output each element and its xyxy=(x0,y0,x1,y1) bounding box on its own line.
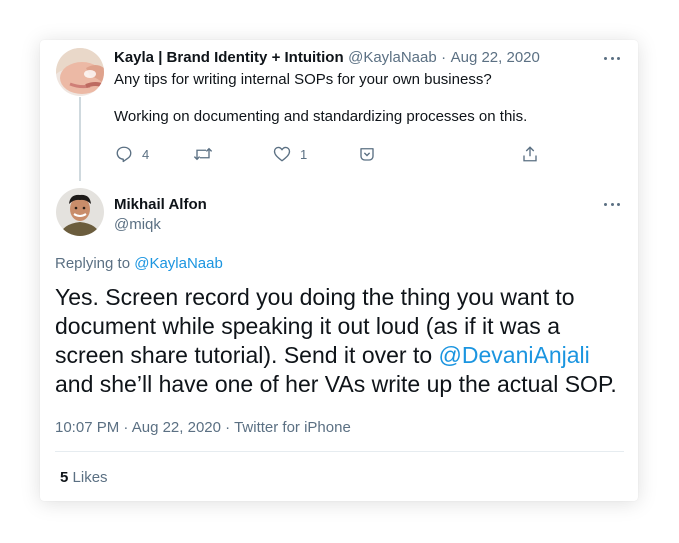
replying-to-label: Replying to xyxy=(55,255,135,272)
mikhail-avatar[interactable] xyxy=(56,188,104,236)
like-button[interactable]: 1 xyxy=(273,145,307,163)
share-button[interactable] xyxy=(521,145,539,163)
parent-more-button[interactable] xyxy=(604,53,620,63)
reply-count: 4 xyxy=(142,146,150,162)
tweet-source[interactable]: Twitter for iPhone xyxy=(234,419,351,436)
share-dm-button[interactable] xyxy=(358,145,376,163)
replying-to-handle-link[interactable]: @KaylaNaab xyxy=(134,255,223,272)
kayla-avatar[interactable] xyxy=(56,48,104,96)
mention-link[interactable]: @DevaniAnjali xyxy=(439,342,590,368)
reply-text-after: and she’ll have one of her VAs write up … xyxy=(55,371,617,397)
parent-display-name[interactable]: Kayla | Brand Identity + Intuition xyxy=(114,49,344,66)
share-dm-icon xyxy=(360,148,374,161)
retweet-button[interactable] xyxy=(193,145,213,163)
reply-tweet-text: Yes. Screen record you doing the thing y… xyxy=(55,283,625,399)
reply-handle[interactable]: @miqk xyxy=(114,216,161,233)
divider xyxy=(55,451,624,452)
tweet-metadata: 10:07 PM · Aug 22, 2020 · Twitter for iP… xyxy=(55,419,351,436)
replying-to: Replying to @KaylaNaab xyxy=(55,255,223,272)
retweet-icon xyxy=(193,147,213,161)
thread-connector-line xyxy=(79,97,81,181)
share-icon xyxy=(523,146,537,162)
more-icon xyxy=(604,56,607,60)
likes-stat[interactable]: 5 Likes xyxy=(60,469,108,486)
tweet-time[interactable]: 10:07 PM xyxy=(55,419,119,436)
parent-tweet-line1: Any tips for writing internal SOPs for y… xyxy=(114,71,492,88)
reply-icon xyxy=(116,146,132,163)
parent-tweet-header: Kayla | Brand Identity + Intuition @Kayl… xyxy=(114,49,540,67)
tweet-date[interactable]: Aug 22, 2020 xyxy=(132,419,221,436)
meta-dot: · xyxy=(225,419,231,436)
meta-dot: · xyxy=(123,419,129,436)
parent-handle[interactable]: @KaylaNaab xyxy=(348,49,437,66)
reply-more-button[interactable] xyxy=(604,199,620,209)
more-icon xyxy=(604,202,607,206)
header-separator: · xyxy=(441,49,447,66)
reply-button[interactable]: 4 xyxy=(115,145,149,163)
reply-display-name[interactable]: Mikhail Alfon xyxy=(114,196,207,213)
like-icon xyxy=(273,146,291,162)
likes-count: 5 xyxy=(60,469,69,486)
parent-tweet-line2: Working on documenting and standardizing… xyxy=(114,108,528,125)
parent-date[interactable]: Aug 22, 2020 xyxy=(451,49,540,66)
likes-label: Likes xyxy=(72,469,108,486)
like-count: 1 xyxy=(300,146,308,162)
